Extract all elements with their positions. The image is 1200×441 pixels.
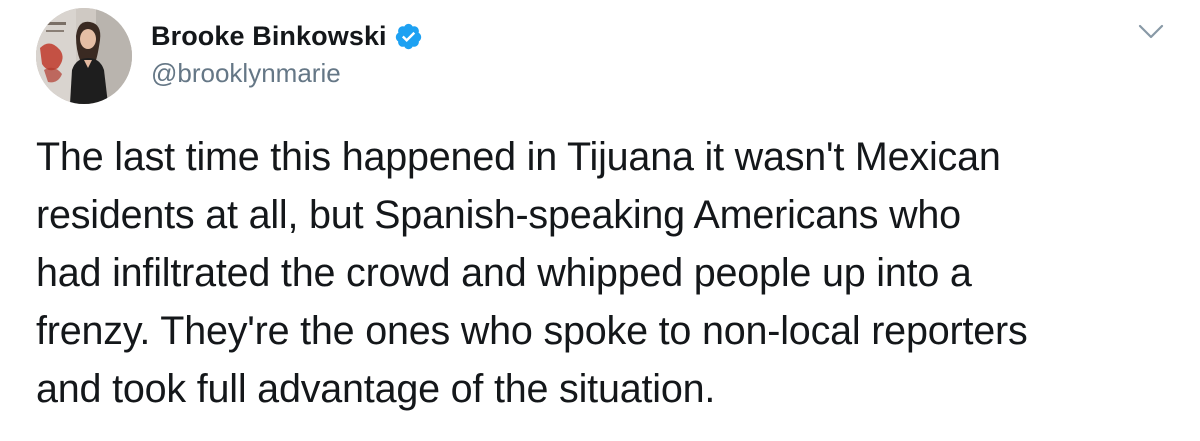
avatar-photo-icon — [36, 8, 132, 104]
chevron-down-icon[interactable] — [1137, 22, 1165, 42]
author-avatar[interactable] — [36, 8, 132, 104]
tweet-text: The last time this happened in Tijuana i… — [36, 135, 1028, 411]
tweet-card: Brooke Binkowski @brooklynmarie The last… — [0, 0, 1200, 441]
author-display-name[interactable]: Brooke Binkowski — [151, 21, 387, 52]
name-row: Brooke Binkowski — [151, 18, 423, 54]
verified-badge-icon — [394, 22, 423, 51]
author-block: Brooke Binkowski @brooklynmarie — [151, 18, 423, 89]
author-handle[interactable]: @brooklynmarie — [151, 58, 423, 89]
